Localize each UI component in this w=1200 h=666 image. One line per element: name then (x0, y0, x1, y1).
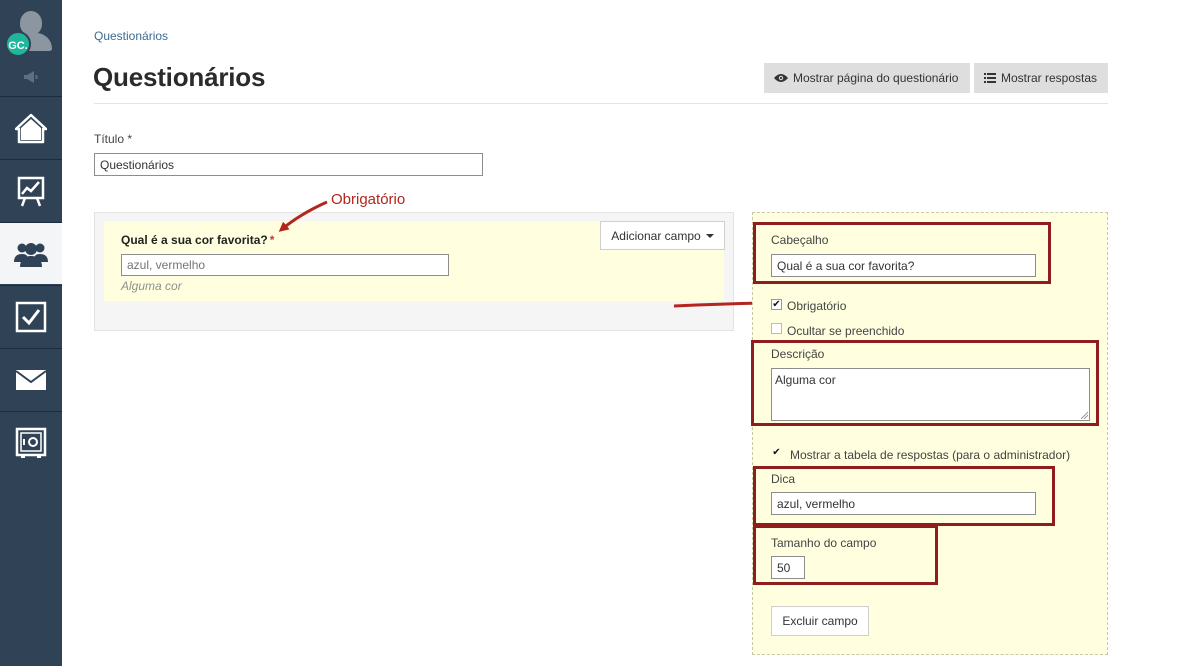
users-icon (14, 242, 48, 267)
title-input[interactable] (94, 153, 483, 176)
announcement-button[interactable] (0, 62, 62, 94)
chart-icon (17, 176, 45, 206)
resize-grip-icon[interactable] (1080, 411, 1088, 419)
required-checkbox[interactable]: ✔ (771, 299, 782, 310)
sidebar: GC. (0, 0, 62, 666)
home-icon (15, 113, 47, 143)
caret-down-icon (705, 233, 714, 238)
hint-input[interactable] (771, 492, 1036, 515)
annotation-required-label: Obrigatório (331, 191, 406, 208)
header-label: Cabeçalho (771, 233, 829, 247)
field-size-input[interactable] (771, 556, 805, 579)
show-survey-page-label: Mostrar página do questionário (793, 71, 959, 85)
preview-question-label: Qual é a sua cor favorita? * (121, 233, 274, 247)
preview-question-text: Qual é a sua cor favorita? (121, 233, 268, 247)
hint-label: Dica (771, 472, 796, 486)
preview-answer-input[interactable] (121, 254, 449, 276)
checkbox-icon (15, 301, 47, 332)
user-avatar[interactable]: GC. (0, 0, 62, 62)
megaphone-icon (24, 71, 38, 83)
mail-icon (15, 369, 47, 390)
header-input[interactable] (771, 254, 1036, 277)
description-value: Alguma cor (775, 373, 836, 387)
delete-field-button[interactable]: Excluir campo (771, 606, 869, 636)
breadcrumb[interactable]: Questionários (94, 29, 168, 43)
checkmark-icon: ✔ (772, 298, 781, 310)
sidebar-item-home[interactable] (0, 96, 62, 158)
eye-icon (774, 74, 788, 82)
sidebar-item-messages[interactable] (0, 348, 62, 410)
title-divider (94, 103, 1108, 104)
add-field-label: Adicionar campo (611, 228, 701, 243)
list-icon (984, 73, 996, 83)
hide-if-filled-label: Ocultar se preenchido (787, 324, 905, 338)
checkmark-icon: ✔ (772, 446, 781, 458)
show-answers-button[interactable]: Mostrar respostas (974, 63, 1108, 93)
show-answers-label: Mostrar respostas (1001, 71, 1098, 85)
sidebar-item-reports[interactable] (0, 159, 62, 221)
page-title: Questionários (93, 62, 266, 92)
hide-if-filled-checkbox[interactable] (771, 323, 782, 334)
title-label: Título * (94, 132, 133, 146)
required-star: * (269, 233, 275, 247)
preview-description: Alguma cor (121, 279, 182, 293)
sidebar-item-tasks[interactable] (0, 285, 62, 347)
show-answers-table-label: Mostrar a tabela de respostas (para o ad… (790, 448, 1071, 462)
user-initials-badge: GC. (5, 31, 31, 57)
required-label: Obrigatório (787, 299, 847, 313)
safe-icon (15, 427, 47, 458)
sidebar-item-users[interactable] (0, 222, 62, 284)
sidebar-item-safe[interactable] (0, 411, 62, 473)
add-field-dropdown[interactable]: Adicionar campo (600, 221, 725, 250)
field-size-label: Tamanho do campo (771, 536, 877, 550)
description-label: Descrição (771, 347, 825, 361)
description-textarea[interactable]: Alguma cor (771, 368, 1090, 421)
show-answers-table-checkbox[interactable]: ✔ (771, 447, 782, 458)
show-survey-page-button[interactable]: Mostrar página do questionário (764, 63, 970, 93)
